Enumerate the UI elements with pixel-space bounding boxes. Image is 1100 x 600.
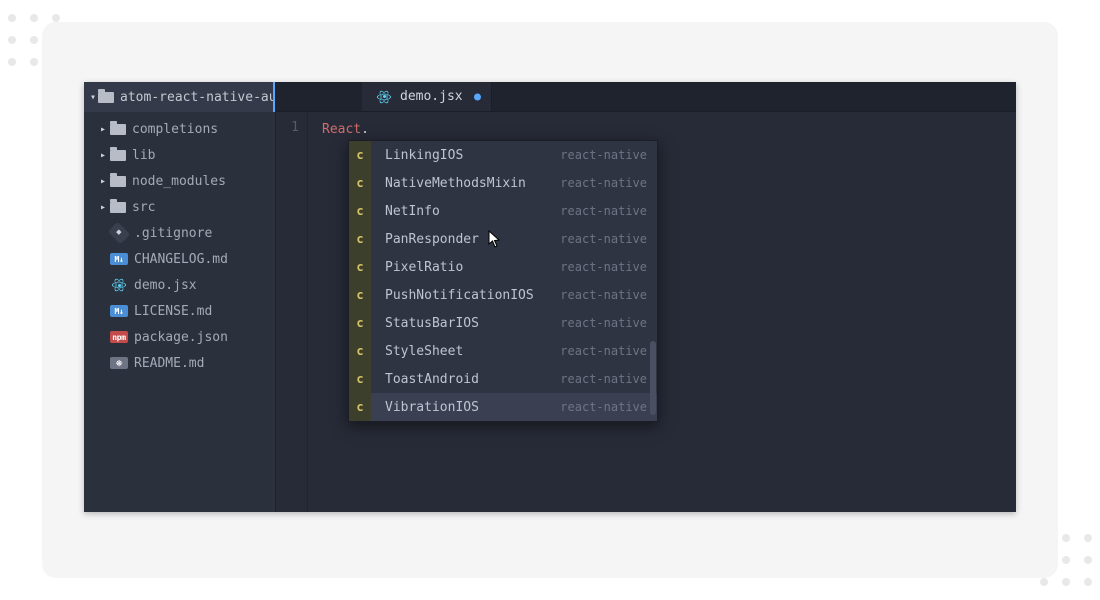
chevron-right-icon	[98, 202, 108, 213]
markdown-icon: M↓	[110, 305, 128, 317]
autocomplete-item[interactable]: c StatusBarIOS react-native	[349, 309, 657, 337]
chevron-right-icon	[98, 176, 108, 187]
folder-icon	[110, 150, 126, 161]
tree-item-label: LICENSE.md	[134, 304, 212, 319]
tree-file[interactable]: ⁜ README.md	[84, 350, 275, 376]
tree-item-label: node_modules	[132, 174, 226, 189]
completion-label: StyleSheet	[385, 344, 552, 359]
screenshot-stage: atom-react-native-auto completions lib	[42, 22, 1058, 578]
tree-folder[interactable]: lib	[84, 142, 275, 168]
autocomplete-item[interactable]: c PushNotificationIOS react-native	[349, 281, 657, 309]
line-gutter: 1	[276, 112, 308, 512]
folder-icon	[110, 176, 126, 187]
autocomplete-item[interactable]: c NetInfo react-native	[349, 197, 657, 225]
completion-label: LinkingIOS	[385, 148, 552, 163]
line-number: 1	[276, 120, 299, 135]
tree-folder[interactable]: src	[84, 194, 275, 220]
file-tree: completions lib node_modules src	[84, 112, 275, 380]
readme-icon: ⁜	[110, 357, 128, 369]
file-tree-sidebar[interactable]: atom-react-native-auto completions lib	[84, 82, 276, 512]
completion-source: react-native	[560, 232, 647, 246]
completion-kind-icon: c	[349, 253, 371, 281]
tree-folder[interactable]: node_modules	[84, 168, 275, 194]
unsaved-indicator-icon	[474, 93, 481, 100]
tree-file[interactable]: npm package.json	[84, 324, 275, 350]
code-content[interactable]: React. c LinkingIOS react-native c Nativ…	[308, 112, 1016, 512]
completion-kind-icon: c	[349, 309, 371, 337]
editor-main: demo.jsx 1 React. c LinkingIOS	[276, 82, 1016, 512]
completion-kind-icon: c	[349, 141, 371, 169]
project-name: atom-react-native-auto	[120, 90, 275, 105]
autocomplete-item[interactable]: c PanResponder react-native	[349, 225, 657, 253]
autocomplete-item-selected[interactable]: c VibrationIOS react-native	[349, 393, 657, 421]
npm-icon: npm	[110, 331, 128, 343]
chevron-down-icon	[90, 92, 96, 103]
completion-kind-icon: c	[349, 225, 371, 253]
completion-source: react-native	[560, 260, 647, 274]
completion-source: react-native	[560, 400, 647, 414]
project-root[interactable]: atom-react-native-auto	[84, 82, 275, 112]
folder-icon	[98, 92, 114, 103]
tree-item-label: completions	[132, 122, 218, 137]
chevron-right-icon	[98, 150, 108, 161]
completion-label: ToastAndroid	[385, 372, 552, 387]
completion-label: VibrationIOS	[385, 400, 552, 415]
completion-kind-icon: c	[349, 337, 371, 365]
completion-label: NetInfo	[385, 204, 552, 219]
tree-item-label: src	[132, 200, 155, 215]
tree-file[interactable]: ◆ .gitignore	[84, 220, 275, 246]
tree-file[interactable]: M↓ LICENSE.md	[84, 298, 275, 324]
completion-source: react-native	[560, 148, 647, 162]
tab-bar[interactable]: demo.jsx	[276, 82, 1016, 112]
chevron-right-icon	[98, 124, 108, 135]
tree-folder[interactable]: completions	[84, 116, 275, 142]
completion-label: StatusBarIOS	[385, 316, 552, 331]
autocomplete-item[interactable]: c LinkingIOS react-native	[349, 141, 657, 169]
code-area[interactable]: 1 React. c LinkingIOS react-native	[276, 112, 1016, 512]
completion-kind-icon: c	[349, 169, 371, 197]
completion-source: react-native	[560, 344, 647, 358]
completion-source: react-native	[560, 204, 647, 218]
completion-kind-icon: c	[349, 393, 371, 421]
autocomplete-item[interactable]: c StyleSheet react-native	[349, 337, 657, 365]
tree-item-label: package.json	[134, 330, 228, 345]
folder-icon	[110, 124, 126, 135]
autocomplete-item[interactable]: c ToastAndroid react-native	[349, 365, 657, 393]
completion-source: react-native	[560, 176, 647, 190]
autocomplete-item[interactable]: c NativeMethodsMixin react-native	[349, 169, 657, 197]
react-icon	[376, 90, 392, 104]
tab-active[interactable]: demo.jsx	[362, 82, 492, 111]
completion-label: PixelRatio	[385, 260, 552, 275]
completion-label: PanResponder	[385, 232, 552, 247]
tree-item-label: .gitignore	[134, 226, 212, 241]
autocomplete-item[interactable]: c PixelRatio react-native	[349, 253, 657, 281]
completion-kind-icon: c	[349, 365, 371, 393]
token-identifier: React	[322, 122, 361, 137]
tab-spacer	[276, 82, 362, 111]
git-icon: ◆	[108, 222, 131, 245]
tab-label: demo.jsx	[400, 89, 463, 104]
code-line: React.	[322, 120, 1016, 140]
completion-source: react-native	[560, 316, 647, 330]
completion-source: react-native	[560, 372, 647, 386]
folder-icon	[110, 202, 126, 213]
autocomplete-popup[interactable]: c LinkingIOS react-native c NativeMethod…	[348, 140, 658, 422]
tree-item-label: demo.jsx	[134, 278, 197, 293]
tree-file[interactable]: M↓ CHANGELOG.md	[84, 246, 275, 272]
markdown-icon: M↓	[110, 253, 128, 265]
react-icon	[110, 279, 128, 291]
token-dot: .	[361, 122, 369, 137]
completion-kind-icon: c	[349, 281, 371, 309]
tree-item-label: CHANGELOG.md	[134, 252, 228, 267]
completion-source: react-native	[560, 288, 647, 302]
editor-window: atom-react-native-auto completions lib	[84, 82, 1016, 512]
completion-kind-icon: c	[349, 197, 371, 225]
tree-item-label: lib	[132, 148, 155, 163]
completion-label: NativeMethodsMixin	[385, 176, 552, 191]
tree-file[interactable]: demo.jsx	[84, 272, 275, 298]
completion-label: PushNotificationIOS	[385, 288, 552, 303]
tree-item-label: README.md	[134, 356, 204, 371]
autocomplete-scrollbar[interactable]	[650, 341, 656, 415]
